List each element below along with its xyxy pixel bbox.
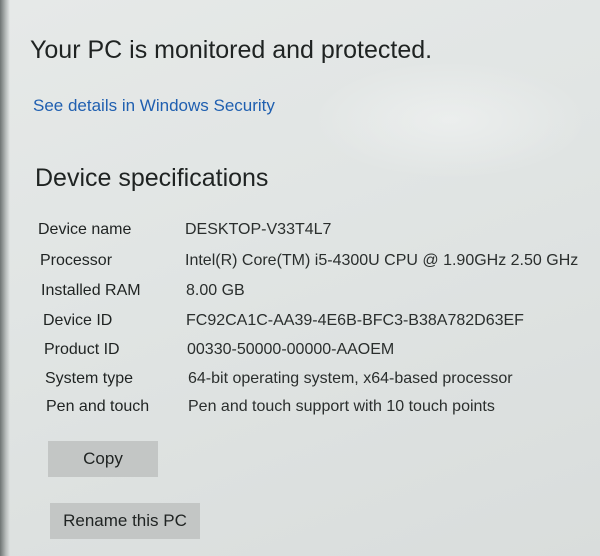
spec-row-installed-ram: Installed RAM 8.00 GB (0, 282, 600, 308)
spec-row-device-name: Device name DESKTOP-V33T4L7 (0, 221, 600, 247)
settings-about-panel: Your PC is monitored and protected. See … (0, 0, 600, 556)
copy-button[interactable]: Copy (48, 441, 158, 477)
spec-label: Processor (40, 252, 113, 269)
spec-value: 00330-50000-00000-AAOEM (187, 341, 395, 358)
spec-value: FC92CA1C-AA39-4E6B-BFC3-B38A782D63EF (186, 312, 524, 329)
spec-label: Device ID (43, 312, 113, 329)
spec-value: 8.00 GB (186, 282, 245, 299)
spec-row-device-id: Device ID FC92CA1C-AA39-4E6B-BFC3-B38A78… (0, 312, 600, 338)
spec-value: Pen and touch support with 10 touch poin… (188, 398, 495, 415)
windows-security-link[interactable]: See details in Windows Security (33, 96, 275, 116)
spec-label: Product ID (44, 341, 120, 358)
spec-row-pen-and-touch: Pen and touch Pen and touch support with… (0, 398, 600, 424)
spec-value: Intel(R) Core(TM) i5-4300U CPU @ 1.90GHz… (185, 252, 579, 269)
spec-label: System type (45, 370, 134, 387)
spec-label: Device name (38, 221, 132, 238)
screen-glare (310, 60, 590, 180)
spec-label: Installed RAM (41, 282, 141, 299)
spec-row-system-type: System type 64-bit operating system, x64… (0, 370, 600, 396)
device-specifications-heading: Device specifications (35, 164, 269, 192)
spec-value: 64-bit operating system, x64-based proce… (188, 370, 513, 387)
security-status-text: Your PC is monitored and protected. (30, 36, 433, 64)
spec-row-product-id: Product ID 00330-50000-00000-AAOEM (0, 341, 600, 367)
rename-pc-button[interactable]: Rename this PC (50, 503, 200, 539)
screen-bezel (0, 0, 10, 556)
spec-label: Pen and touch (46, 398, 150, 415)
spec-value: DESKTOP-V33T4L7 (185, 221, 332, 238)
spec-row-processor: Processor Intel(R) Core(TM) i5-4300U CPU… (0, 252, 600, 278)
